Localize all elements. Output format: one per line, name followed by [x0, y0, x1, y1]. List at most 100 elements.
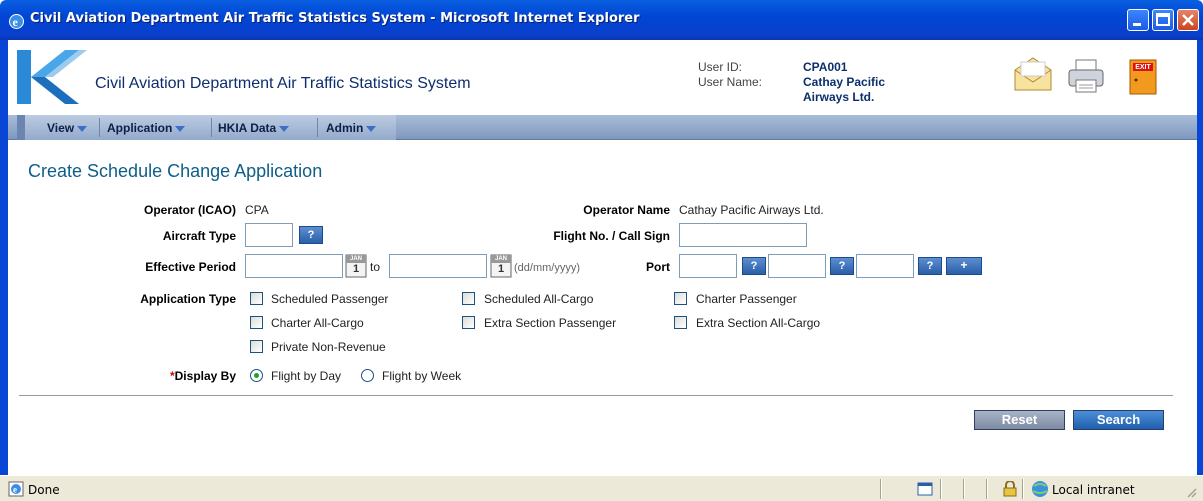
app-header: Civil Aviation Department Air Traffic St…	[8, 40, 1197, 115]
calendar-day-label: 1	[497, 263, 505, 275]
aircraft-type-label: Aircraft Type	[162, 229, 236, 243]
window-title: Civil Aviation Department Air Traffic St…	[30, 11, 640, 26]
svg-text:e: e	[13, 15, 19, 29]
effective-from-calendar-button[interactable]: JAN 1	[345, 254, 367, 278]
chevron-down-icon	[279, 125, 290, 132]
calendar-month-label: JAN	[494, 256, 507, 262]
effective-to-calendar-button[interactable]: JAN 1	[490, 254, 512, 278]
aircraft-type-lookup-button[interactable]: ?	[299, 226, 323, 244]
menu-application[interactable]: Application	[107, 121, 186, 135]
port-1-lookup-button[interactable]: ?	[742, 257, 766, 275]
status-separator	[940, 479, 942, 499]
maximize-button[interactable]	[1152, 9, 1174, 31]
status-separator	[986, 479, 988, 499]
menu-hkia-data-label: HKIA Data	[218, 121, 277, 135]
printer-icon[interactable]	[1066, 58, 1106, 94]
menu-separator	[211, 118, 212, 137]
status-separator	[1022, 479, 1024, 499]
minimize-icon	[1133, 23, 1141, 26]
svg-text:e: e	[13, 485, 17, 495]
menu-admin[interactable]: Admin	[326, 121, 377, 135]
effective-period-label: Effective Period	[145, 260, 236, 274]
window-titlebar[interactable]: e Civil Aviation Department Air Traffic …	[0, 0, 1203, 40]
operator-icao-value: CPA	[245, 203, 269, 217]
search-button[interactable]: Search	[1073, 410, 1164, 430]
extra-section-passenger-checkbox[interactable]	[462, 316, 475, 329]
exit-button[interactable]: EXIT	[1128, 58, 1158, 96]
app-title: Civil Aviation Department Air Traffic St…	[95, 75, 471, 92]
window-frame-left	[0, 40, 8, 501]
menu-hkia-data[interactable]: HKIA Data	[218, 121, 290, 135]
extra-section-passenger-label: Extra Section Passenger	[484, 316, 617, 330]
flight-by-day-label: Flight by Day	[271, 369, 342, 383]
chevron-down-icon	[175, 125, 186, 132]
scheduled-passenger-label: Scheduled Passenger	[271, 292, 389, 306]
extra-section-all-cargo-checkbox[interactable]	[674, 316, 687, 329]
resize-grip-icon[interactable]	[1185, 486, 1197, 498]
intranet-globe-icon	[1032, 481, 1048, 497]
flight-by-day-radio[interactable]	[250, 369, 263, 382]
port-2-lookup-button[interactable]: ?	[830, 257, 854, 275]
effective-from-input[interactable]	[245, 254, 343, 278]
charter-passenger-checkbox[interactable]	[674, 292, 687, 305]
user-id-label: User ID:	[698, 60, 743, 74]
charter-all-cargo-checkbox[interactable]	[250, 316, 263, 329]
page-title: Create Schedule Change Application	[28, 161, 323, 181]
application-type-label: Application Type	[140, 292, 236, 306]
scheduled-passenger-checkbox[interactable]	[250, 292, 263, 305]
internet-explorer-icon: e	[9, 14, 24, 29]
date-format-hint: (dd/mm/yyyy)	[514, 262, 580, 274]
window-frame-right	[1197, 40, 1203, 501]
port-input-2[interactable]	[768, 254, 826, 278]
calendar-day-label: 1	[352, 263, 360, 275]
page-done-icon: e	[8, 481, 24, 497]
display-by-label: *Display By	[88, 369, 236, 383]
mail-icon[interactable]	[1013, 56, 1053, 94]
menu-view[interactable]: View	[47, 121, 88, 135]
user-id-value: CPA001	[803, 60, 848, 74]
private-non-revenue-label: Private Non-Revenue	[271, 340, 386, 354]
flight-by-week-radio[interactable]	[361, 369, 374, 382]
status-separator	[963, 479, 965, 499]
private-non-revenue-checkbox[interactable]	[250, 340, 263, 353]
to-label: to	[370, 260, 381, 274]
port-label: Port	[646, 260, 670, 274]
status-text: Done	[28, 483, 60, 497]
close-button[interactable]	[1177, 9, 1199, 31]
port-input-1[interactable]	[679, 254, 737, 278]
reset-button[interactable]: Reset	[974, 410, 1065, 430]
add-port-button[interactable]: +	[946, 257, 982, 275]
operator-name-label: Operator Name	[583, 203, 670, 217]
cad-logo	[17, 50, 87, 104]
lock-icon	[1003, 481, 1017, 497]
operator-icao-label: Operator (ICAO)	[143, 203, 236, 217]
aircraft-type-input[interactable]	[245, 223, 293, 247]
operator-name-value: Cathay Pacific Airways Ltd.	[679, 203, 824, 217]
calendar-month-label: JAN	[349, 256, 362, 262]
security-zone: Local intranet	[1052, 483, 1135, 497]
frame-icon	[917, 482, 933, 496]
scheduled-all-cargo-checkbox[interactable]	[462, 292, 475, 305]
flight-no-label: Flight No. / Call Sign	[553, 229, 670, 243]
main-content: Create Schedule Change Application Opera…	[8, 140, 1197, 475]
status-bar: e Done Local intranet	[0, 475, 1203, 501]
user-name-line1: Cathay Pacific	[803, 75, 886, 89]
user-name-label: User Name:	[698, 75, 763, 89]
chevron-down-icon	[77, 125, 88, 132]
charter-all-cargo-label: Charter All-Cargo	[271, 316, 364, 330]
status-separator	[880, 479, 882, 499]
extra-section-all-cargo-label: Extra Section All-Cargo	[696, 316, 821, 330]
user-name-line2: Airways Ltd.	[803, 90, 875, 104]
close-icon	[1182, 14, 1194, 26]
main-menu-bar: View Application HKIA Data Admin	[8, 115, 1197, 140]
port-input-3[interactable]	[856, 254, 914, 278]
menu-admin-label: Admin	[326, 121, 364, 135]
menu-view-label: View	[47, 121, 75, 135]
display-by-text: Display By	[174, 369, 236, 383]
flight-by-week-label: Flight by Week	[382, 369, 462, 383]
port-3-lookup-button[interactable]: ?	[918, 257, 942, 275]
effective-to-input[interactable]	[389, 254, 487, 278]
menu-group: View Application HKIA Data Admin	[25, 115, 396, 140]
flight-no-input[interactable]	[679, 223, 807, 247]
minimize-button[interactable]	[1127, 9, 1149, 31]
